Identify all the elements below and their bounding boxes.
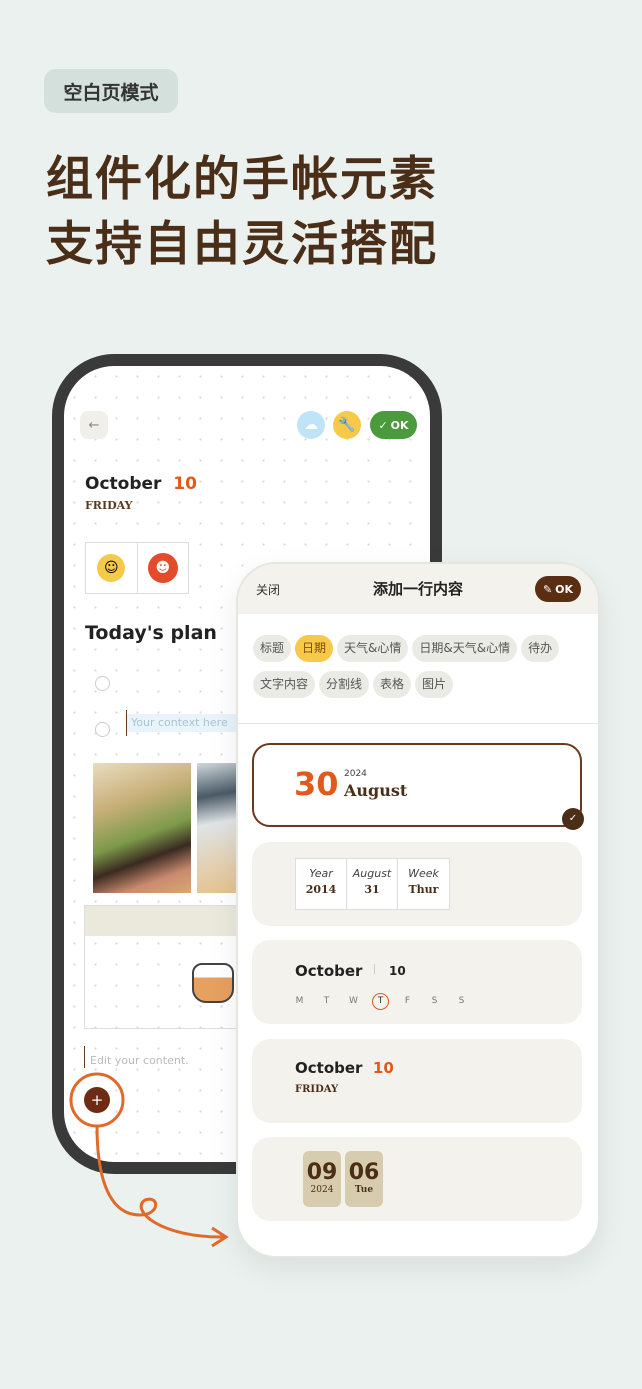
panel-header: 关闭 添加一行内容 ✎ OK xyxy=(238,564,598,614)
month: October xyxy=(295,962,363,980)
selected-check-icon: ✓ xyxy=(562,808,584,830)
month: August xyxy=(344,781,408,800)
cell-value: 31 xyxy=(364,883,380,896)
ok-label: OK xyxy=(555,582,574,596)
chip-4[interactable]: 待办 xyxy=(521,635,560,662)
weekday-letter: S xyxy=(458,996,465,1006)
cell-label: Year xyxy=(309,867,333,880)
cell-label: August xyxy=(352,867,392,880)
chip-2[interactable]: 天气&心情 xyxy=(337,635,409,662)
weekday-letter: S xyxy=(431,996,438,1006)
chip-8[interactable]: 图片 xyxy=(415,671,454,698)
weekday: FRIDAY xyxy=(295,1084,339,1095)
weekday: Tue xyxy=(354,1185,374,1195)
chip-6[interactable]: 分割线 xyxy=(319,671,370,698)
plus-icon: + xyxy=(90,1091,104,1109)
day: 30 xyxy=(294,765,339,803)
cell-value: 2014 xyxy=(305,883,337,896)
cell-label: Week xyxy=(408,867,439,880)
date-grid-cell: August 31 xyxy=(347,859,398,909)
weekday-letter: W xyxy=(349,996,358,1006)
chip-7[interactable]: 表格 xyxy=(373,671,412,698)
day: 10 xyxy=(372,1059,394,1077)
weekday-row: MTWTFSS xyxy=(286,988,475,1010)
date-style-3[interactable]: October 10 M T W T F S S xyxy=(252,940,582,1024)
pencil-icon: ✎ xyxy=(542,582,553,596)
date-grid-cell: Year 2014 xyxy=(296,859,347,909)
weekday-letter: T xyxy=(323,996,330,1006)
chip-5[interactable]: 文字内容 xyxy=(253,671,316,698)
weekday-letter: M xyxy=(295,996,304,1006)
add-row-panel: 关闭 添加一行内容 ✎ OK 标题 日期 天气&心情 日期&天气&心情 待办文字内容 分割线… xyxy=(236,562,600,1258)
year: 2024 xyxy=(310,1185,334,1195)
date-grid: Year 2014 August 31 Week Thur xyxy=(295,858,450,910)
date-style-4[interactable]: October 10 FRIDAY xyxy=(252,1039,582,1123)
day: 06 xyxy=(348,1160,380,1185)
cell-value: Thur xyxy=(408,883,439,896)
year: 2024 xyxy=(344,769,367,779)
date-style-1[interactable]: 30 2024 August xyxy=(252,743,582,827)
chip-list: 标题 日期 天气&心情 日期&天气&心情 待办文字内容 分割线 表格 图片 xyxy=(253,635,593,707)
flip-month: 09 2024 xyxy=(303,1151,341,1207)
day: 10 xyxy=(389,964,406,978)
weekday-letter: F xyxy=(404,996,411,1006)
month: 09 xyxy=(306,1160,338,1185)
chip-0[interactable]: 标题 xyxy=(253,635,292,662)
weekday-letter: T xyxy=(372,993,389,1010)
date-style-2[interactable]: Year 2014 August 31 Week Thur xyxy=(252,842,582,926)
arrow-path xyxy=(95,1125,226,1239)
chip-1[interactable]: 日期 xyxy=(295,635,334,662)
month: October xyxy=(295,1059,363,1077)
date-grid-cell: Week Thur xyxy=(398,859,449,909)
chip-3[interactable]: 日期&天气&心情 xyxy=(412,635,518,662)
add-button[interactable]: + xyxy=(84,1087,110,1113)
divider xyxy=(238,723,598,724)
separator xyxy=(374,964,375,974)
panel-ok-button[interactable]: ✎ OK xyxy=(535,576,581,602)
flip-day: 06 Tue xyxy=(345,1151,383,1207)
date-style-5[interactable]: 09 2024 06 Tue xyxy=(252,1137,582,1221)
